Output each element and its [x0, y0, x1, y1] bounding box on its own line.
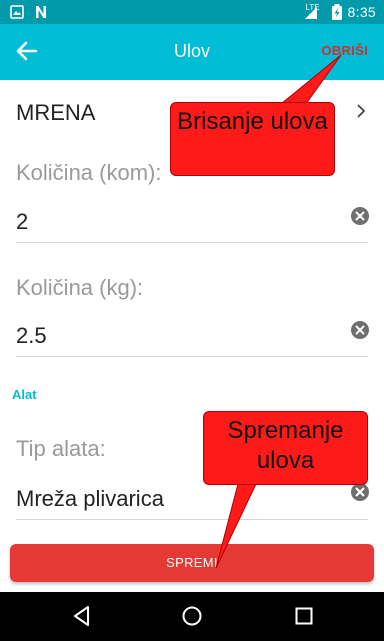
- save-callout: Spremanje ulova: [203, 411, 368, 485]
- home-circle-icon[interactable]: [180, 604, 204, 628]
- navigation-bar: [0, 592, 384, 641]
- app-notification-icon: [36, 6, 46, 18]
- clear-tool-type-icon[interactable]: [350, 482, 370, 502]
- app-screen: LTE 8:35 Ulov OBRIŠI MRENA Količina (kom…: [0, 0, 384, 641]
- battery-charging-icon: [331, 4, 342, 20]
- status-bar: LTE 8:35: [0, 0, 384, 24]
- tool-type-input[interactable]: Mreža plivarica: [16, 486, 164, 512]
- delete-button[interactable]: OBRIŠI: [321, 43, 368, 58]
- quantity-kg-label: Količina (kg):: [16, 275, 144, 300]
- image-notification-icon: [10, 5, 24, 19]
- clock: 8:35: [347, 4, 376, 20]
- section-header-tool: Alat: [12, 387, 37, 402]
- network-type: LTE: [305, 2, 320, 12]
- status-bar-right: LTE 8:35: [305, 3, 376, 21]
- clear-quantity-pcs-icon[interactable]: [350, 206, 370, 226]
- quantity-pcs-label: Količina (kom):: [16, 160, 162, 185]
- species-value: MRENA: [16, 100, 96, 125]
- chevron-right-icon: [357, 104, 366, 118]
- status-bar-left: [10, 4, 48, 20]
- delete-callout: Brisanje ulova: [170, 102, 335, 176]
- back-triangle-icon[interactable]: [70, 604, 94, 628]
- quantity-pcs-underline: [16, 242, 368, 243]
- save-button[interactable]: SPREMI: [10, 544, 374, 582]
- quantity-kg-input[interactable]: 2.5: [16, 323, 47, 349]
- quantity-kg-underline: [16, 356, 368, 357]
- tool-type-underline: [16, 519, 368, 520]
- toolbar: Ulov OBRIŠI: [0, 24, 384, 80]
- tool-type-label: Tip alata:: [16, 436, 106, 461]
- recents-square-icon[interactable]: [292, 604, 316, 628]
- clear-quantity-kg-icon[interactable]: [350, 320, 370, 340]
- quantity-pcs-input[interactable]: 2: [16, 209, 28, 235]
